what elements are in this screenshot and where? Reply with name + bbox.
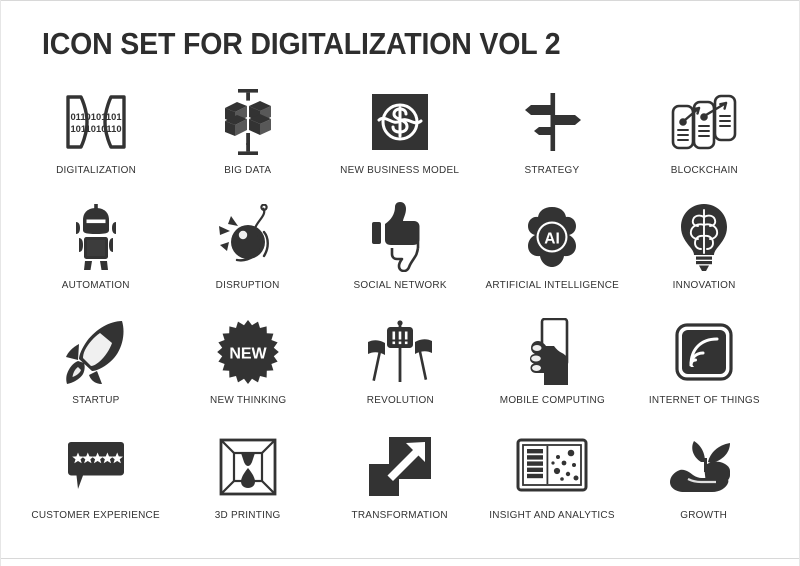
icon-cell-mobile-computing[interactable]: MOBILE COMPUTING — [476, 316, 628, 431]
transformation-icon — [367, 431, 433, 503]
icon-cell-customer-experience[interactable]: CUSTOMER EXPERIENCE — [20, 431, 172, 546]
icon-cell-blockchain[interactable]: BLOCKCHAIN — [628, 86, 780, 201]
icon-label: DISRUPTION — [216, 279, 280, 291]
icon-label: NEW BUSINESS MODEL — [340, 164, 460, 176]
icon-cell-big-data[interactable]: BIG DATA — [172, 86, 324, 201]
icon-label: ARTIFICIAL INTELLIGENCE — [485, 279, 619, 291]
icon-label: STARTUP — [72, 394, 120, 406]
customer-experience-icon — [64, 431, 128, 503]
revolution-icon — [362, 316, 438, 388]
new-thinking-icon: NEW — [216, 316, 280, 388]
icon-label: INTERNET OF THINGS — [648, 394, 760, 406]
artificial-intelligence-icon: AI — [520, 201, 584, 273]
icon-cell-disruption[interactable]: DISRUPTION — [172, 201, 324, 316]
icon-label: CUSTOMER EXPERIENCE — [31, 509, 161, 521]
icon-label: DIGITALIZATION — [55, 164, 136, 176]
icon-cell-new-thinking[interactable]: NEW NEW THINKING — [172, 316, 324, 431]
icon-label: INSIGHT AND ANALYTICS — [489, 509, 615, 521]
frame-divider-left — [0, 0, 1, 566]
icon-cell-new-business-model[interactable]: NEW BUSINESS MODEL — [324, 86, 476, 201]
icon-cell-strategy[interactable]: STRATEGY — [476, 86, 628, 201]
icon-cell-internet-of-things[interactable]: INTERNET OF THINGS — [628, 316, 780, 431]
icon-label: TRANSFORMATION — [351, 509, 449, 521]
icon-cell-startup[interactable]: STARTUP — [20, 316, 172, 431]
icon-cell-automation[interactable]: AUTOMATION — [20, 201, 172, 316]
frame-divider-bottom — [0, 558, 800, 559]
icon-cell-social-network[interactable]: SOCIAL NETWORK — [324, 201, 476, 316]
icon-cell-growth[interactable]: GROWTH — [628, 431, 780, 546]
icon-label: REVOLUTION — [366, 394, 434, 406]
automation-icon — [69, 201, 123, 273]
icon-label: BIG DATA — [224, 164, 272, 176]
social-network-icon — [369, 201, 431, 273]
icon-label: GROWTH — [680, 509, 728, 521]
icon-cell-3d-printing[interactable]: 3D PRINTING — [172, 431, 324, 546]
icon-cell-transformation[interactable]: TRANSFORMATION — [324, 431, 476, 546]
big-data-icon — [217, 86, 279, 158]
icon-cell-insight-and-analytics[interactable]: INSIGHT AND ANALYTICS — [476, 431, 628, 546]
mobile-computing-icon — [524, 316, 580, 388]
binary-line-top: 0110101101 — [70, 111, 121, 122]
blockchain-icon — [669, 86, 739, 158]
startup-icon — [64, 316, 128, 388]
internet-of-things-icon — [675, 316, 733, 388]
new-badge-text: NEW — [229, 346, 267, 363]
icon-label: AUTOMATION — [62, 279, 130, 291]
strategy-icon — [521, 86, 583, 158]
icon-set-page: ICON SET FOR DIGITALIZATION VOL 2 011010… — [0, 0, 800, 566]
frame-divider-top — [0, 0, 800, 1]
icon-label: INNOVATION — [672, 279, 736, 291]
disruption-icon — [214, 201, 282, 273]
icon-label: SOCIAL NETWORK — [353, 279, 447, 291]
binary-line-bottom: 1011010110 — [70, 123, 121, 134]
icon-label: 3D PRINTING — [215, 509, 281, 521]
icon-cell-revolution[interactable]: REVOLUTION — [324, 316, 476, 431]
growth-icon — [668, 431, 740, 503]
new-business-model-icon — [372, 86, 428, 158]
3d-printing-icon — [219, 431, 277, 503]
insight-and-analytics-icon — [516, 431, 588, 503]
icon-label: MOBILE COMPUTING — [499, 394, 605, 406]
ai-badge-text: AI — [544, 231, 560, 248]
page-title: ICON SET FOR DIGITALIZATION VOL 2 — [42, 26, 561, 61]
innovation-icon — [677, 201, 731, 273]
icon-label: NEW THINKING — [209, 394, 287, 406]
icon-grid: 0110101101 1011010110 DIGITALIZATION BIG… — [20, 86, 780, 546]
digitalization-icon: 0110101101 1011010110 — [61, 86, 131, 158]
icon-label: BLOCKCHAIN — [670, 164, 738, 176]
icon-cell-digitalization[interactable]: 0110101101 1011010110 DIGITALIZATION — [20, 86, 172, 201]
icon-cell-artificial-intelligence[interactable]: AI ARTIFICIAL INTELLIGENCE — [476, 201, 628, 316]
icon-label: STRATEGY — [524, 164, 580, 176]
icon-cell-innovation[interactable]: INNOVATION — [628, 201, 780, 316]
